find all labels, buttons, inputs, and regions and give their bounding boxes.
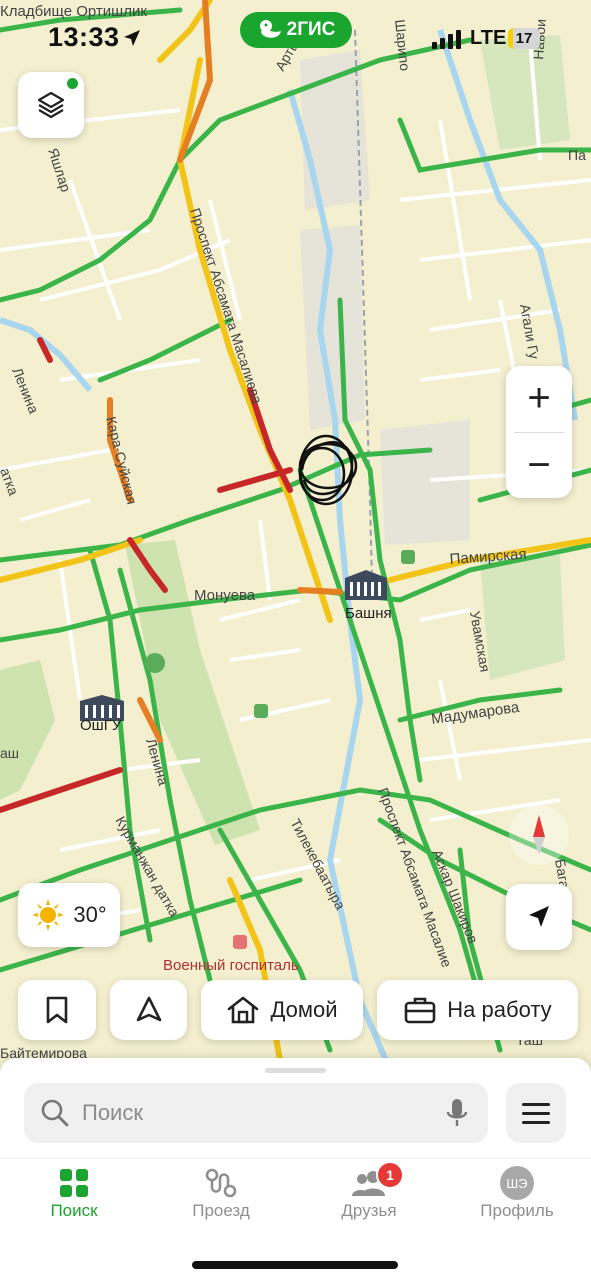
zoom-in-button[interactable]: + [506, 366, 572, 432]
tab-route[interactable]: Проезд [166, 1165, 276, 1229]
menu-icon [522, 1102, 550, 1106]
tab-label: Друзья [341, 1201, 397, 1220]
tab-friends[interactable]: 1 Друзья [314, 1161, 424, 1229]
my-location-button[interactable] [506, 884, 572, 950]
route-button[interactable] [110, 980, 187, 1040]
duck-logo-icon [259, 20, 281, 38]
map-label: Па [568, 147, 586, 163]
tab-label: Профиль [480, 1201, 554, 1220]
home-icon [228, 996, 259, 1024]
bookmarks-button[interactable] [18, 980, 96, 1040]
status-time: 13:33 [48, 22, 120, 52]
bookmark-icon [46, 996, 68, 1024]
map-label: аш [0, 745, 19, 761]
status-bar: 13:33 2ГИС LTE 17 [0, 0, 591, 70]
hospital-poi-icon[interactable] [233, 935, 247, 949]
tab-label: Поиск [50, 1201, 98, 1220]
map-label: Военный госпиталь [163, 957, 299, 974]
brand-logo[interactable]: 2ГИС [240, 12, 352, 48]
tab-label: Проезд [192, 1201, 250, 1220]
friends-notification-badge: 1 [376, 1161, 404, 1189]
microphone-icon[interactable] [445, 1097, 469, 1129]
tab-search[interactable]: Поиск [19, 1165, 129, 1229]
zoom-out-button[interactable]: − [506, 433, 572, 499]
search-input[interactable]: Поиск [24, 1083, 488, 1143]
search-placeholder: Поиск [82, 1100, 143, 1125]
brand-name: 2ГИС [286, 19, 336, 40]
bottom-tab-bar: Поиск Проезд 1 Друзья ШЭ Профиль [0, 1158, 591, 1229]
briefcase-icon [404, 997, 436, 1024]
poi-icon[interactable] [254, 704, 268, 718]
weather-widget[interactable]: 30° [18, 883, 120, 947]
battery-icon: 17 [508, 28, 540, 49]
home-shortcut-label: Домой [270, 997, 338, 1022]
compass-button[interactable] [509, 805, 569, 865]
menu-button[interactable] [506, 1083, 566, 1143]
home-shortcut-button[interactable]: Домой [201, 980, 363, 1040]
bottom-sheet: Поиск Поиск Проезд 1 Друзья ШЭ Профиль [0, 1058, 591, 1280]
work-shortcut-label: На работу [447, 997, 552, 1022]
industrial-area [300, 50, 370, 210]
sun-icon [32, 899, 65, 931]
battery-percent: 17 [515, 30, 533, 47]
sheet-drag-handle[interactable] [265, 1068, 326, 1073]
industrial-area [380, 420, 470, 545]
home-indicator [192, 1261, 398, 1269]
map-label: Монуева [194, 587, 256, 604]
route-points-icon [205, 1168, 237, 1198]
battery-level-fill [508, 28, 514, 49]
route-arrow-icon [136, 996, 161, 1022]
signal-strength-icon [432, 30, 461, 49]
search-icon [41, 1099, 69, 1127]
weather-temperature: 30° [73, 902, 107, 927]
map-label: ОшГУ [80, 717, 122, 734]
layers-indicator-dot [67, 78, 78, 89]
map-label: Башня [345, 605, 392, 622]
grid-icon [60, 1169, 88, 1197]
park-poi-icon[interactable] [145, 653, 165, 673]
compass-icon [533, 815, 545, 855]
zoom-controls: + − [506, 366, 572, 498]
poi-icon[interactable] [401, 550, 415, 564]
work-shortcut-button[interactable]: На работу [377, 980, 578, 1040]
location-arrow-icon [124, 30, 140, 46]
layers-icon [37, 91, 65, 119]
tab-profile[interactable]: ШЭ Профиль [462, 1165, 572, 1229]
network-type: LTE [470, 27, 507, 49]
navigation-arrow-icon [529, 906, 549, 927]
avatar: ШЭ [500, 1166, 534, 1200]
layers-button[interactable] [18, 72, 84, 138]
